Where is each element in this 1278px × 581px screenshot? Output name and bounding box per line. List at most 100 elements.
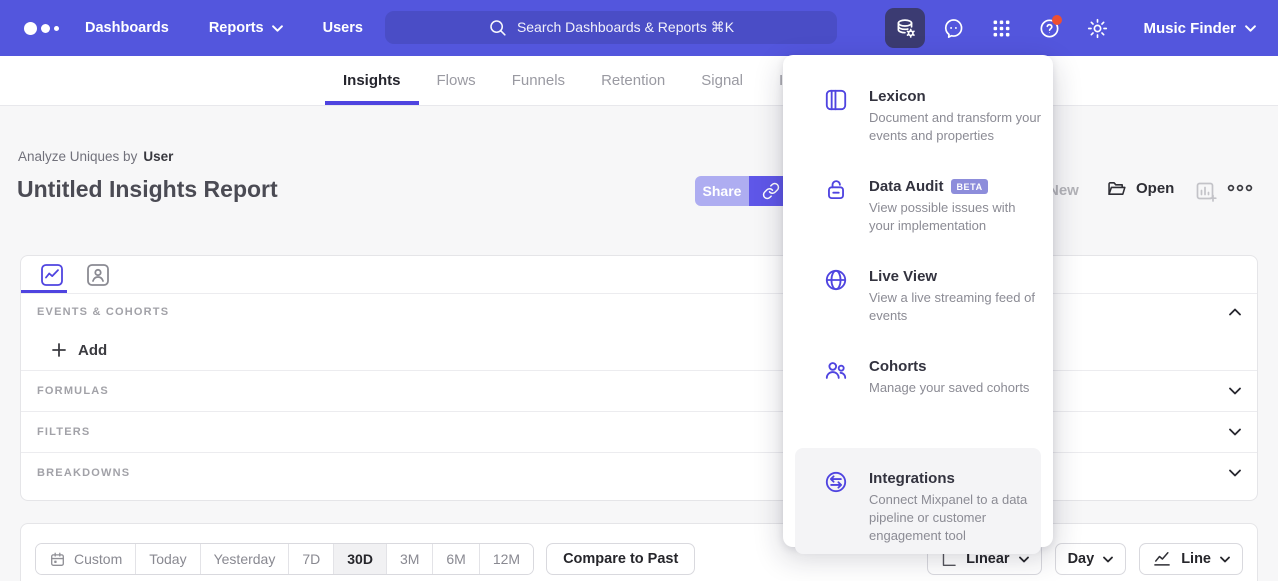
filters-label: FILTERS (37, 426, 90, 438)
tab-retention[interactable]: Retention (583, 56, 683, 105)
chart-line-tab-icon (40, 263, 64, 287)
gear-icon (1086, 17, 1109, 40)
plus-icon (51, 342, 67, 358)
topbar-actions: Music Finder (885, 8, 1262, 48)
tab-signal[interactable]: Signal (683, 56, 761, 105)
live-view-globe-icon (823, 267, 849, 293)
search-icon (488, 18, 507, 37)
range-3m-button[interactable]: 3M (386, 544, 432, 574)
chart-type-select[interactable]: Line (1139, 543, 1243, 575)
analysis-entity-selector[interactable]: User (143, 149, 173, 164)
add-to-dashboard-button[interactable] (1194, 180, 1218, 204)
cohorts-people-icon (823, 357, 849, 383)
beta-badge: BETA (951, 179, 987, 194)
menu-item-cohorts[interactable]: Cohorts Manage your saved cohorts (783, 358, 1053, 448)
builder-view-tabs (21, 256, 1257, 294)
more-dots-icon (1226, 182, 1254, 194)
range-6m-button[interactable]: 6M (432, 544, 478, 574)
mixpanel-logo-icon[interactable] (24, 22, 59, 35)
chevron-down-icon (1220, 556, 1230, 563)
share-button-group: Share (695, 176, 792, 206)
menu-item-title: Integrations (869, 470, 955, 487)
compare-to-past-button[interactable]: Compare to Past (546, 543, 695, 575)
tab-flows[interactable]: Flows (419, 56, 494, 105)
events-cohorts-section-header: EVENTS & COHORTS (21, 294, 1257, 330)
settings-button[interactable] (1077, 8, 1117, 48)
open-label: Open (1136, 180, 1174, 197)
chevron-up-icon (1229, 308, 1241, 316)
chart-controls-toolbar: Custom Today Yesterday 7D 30D 3M 6M 12M … (20, 523, 1258, 581)
add-label: Add (78, 342, 107, 359)
menu-item-description: View possible issues with your implement… (869, 199, 1041, 235)
tab-funnels[interactable]: Funnels (494, 56, 583, 105)
filters-section-header[interactable]: FILTERS (21, 411, 1257, 452)
chevron-down-icon (1103, 556, 1113, 563)
tab-insights[interactable]: Insights (325, 56, 419, 105)
apps-menu-button[interactable] (981, 8, 1021, 48)
nav-dashboards[interactable]: Dashboards (85, 20, 169, 36)
feedback-button[interactable] (933, 8, 973, 48)
range-30d-button[interactable]: 30D (333, 544, 386, 574)
menu-item-title: Lexicon (869, 88, 926, 105)
events-view-tab[interactable] (29, 256, 75, 293)
nav-users[interactable]: Users (323, 20, 363, 36)
expand-filters-button[interactable] (1229, 428, 1241, 436)
chat-bubble-icon (942, 17, 965, 40)
range-today-button[interactable]: Today (135, 544, 199, 574)
date-range-segmented-control: Custom Today Yesterday 7D 30D 3M 6M 12M (35, 543, 534, 575)
data-management-dropdown: Lexicon Document and transform your even… (783, 55, 1053, 547)
range-7d-button[interactable]: 7D (288, 544, 333, 574)
share-button[interactable]: Share (695, 176, 749, 206)
search-placeholder: Search Dashboards & Reports ⌘K (517, 19, 734, 36)
users-view-tab[interactable] (75, 256, 121, 293)
chevron-down-icon (1229, 428, 1241, 436)
notification-dot (1052, 15, 1062, 25)
expand-breakdowns-button[interactable] (1229, 469, 1241, 477)
formulas-label: FORMULAS (37, 385, 109, 397)
database-gear-icon (894, 17, 917, 40)
chevron-down-icon (1229, 469, 1241, 477)
breakdowns-label: BREAKDOWNS (37, 467, 130, 479)
query-builder-card: EVENTS & COHORTS Add FORMULAS FILTERS BR… (20, 255, 1258, 501)
page-title[interactable]: Untitled Insights Report (17, 176, 278, 203)
menu-item-lexicon[interactable]: Lexicon Document and transform your even… (783, 88, 1053, 178)
integrations-sync-icon (823, 469, 849, 495)
chart-add-icon (1194, 180, 1218, 204)
line-chart-icon (1152, 549, 1172, 569)
data-management-button[interactable] (885, 8, 925, 48)
collapse-events-button[interactable] (1229, 308, 1241, 316)
menu-item-data-audit[interactable]: Data Audit BETA View possible issues wit… (783, 178, 1053, 268)
interval-select[interactable]: Day (1055, 543, 1127, 575)
help-button[interactable] (1029, 8, 1069, 48)
person-tab-icon (86, 263, 110, 287)
menu-item-integrations[interactable]: Integrations Connect Mixpanel to a data … (795, 448, 1041, 554)
range-custom-button[interactable]: Custom (36, 544, 135, 574)
report-type-tabs: Insights Flows Funnels Retention Signal … (0, 56, 1278, 106)
menu-item-live-view[interactable]: Live View View a live streaming feed of … (783, 268, 1053, 358)
top-navigation-bar: Dashboards Reports Users Search Dashboar… (0, 0, 1278, 56)
chevron-down-icon (1245, 25, 1256, 32)
nav-reports[interactable]: Reports (209, 20, 283, 36)
project-name: Music Finder (1143, 20, 1236, 37)
project-selector[interactable]: Music Finder (1137, 12, 1262, 45)
menu-item-title: Cohorts (869, 358, 927, 375)
more-options-button[interactable] (1226, 182, 1254, 194)
breakdowns-section-header[interactable]: BREAKDOWNS (21, 452, 1257, 493)
calendar-icon (49, 551, 66, 568)
range-12m-button[interactable]: 12M (479, 544, 533, 574)
add-event-button[interactable]: Add (21, 330, 1257, 370)
lexicon-book-icon (823, 87, 849, 113)
menu-item-description: Connect Mixpanel to a data pipeline or c… (869, 491, 1041, 546)
expand-formulas-button[interactable] (1229, 387, 1241, 395)
menu-item-title: Live View (869, 268, 937, 285)
data-audit-lock-icon (823, 177, 849, 203)
chevron-down-icon (1019, 556, 1029, 563)
menu-item-description: Document and transform your events and p… (869, 109, 1041, 145)
open-report-button[interactable]: Open (1106, 178, 1174, 199)
formulas-section-header[interactable]: FORMULAS (21, 370, 1257, 411)
search-input[interactable]: Search Dashboards & Reports ⌘K (385, 11, 837, 44)
folder-open-icon (1106, 178, 1127, 199)
menu-item-title: Data Audit (869, 178, 943, 195)
chevron-down-icon (272, 25, 283, 32)
range-yesterday-button[interactable]: Yesterday (200, 544, 289, 574)
